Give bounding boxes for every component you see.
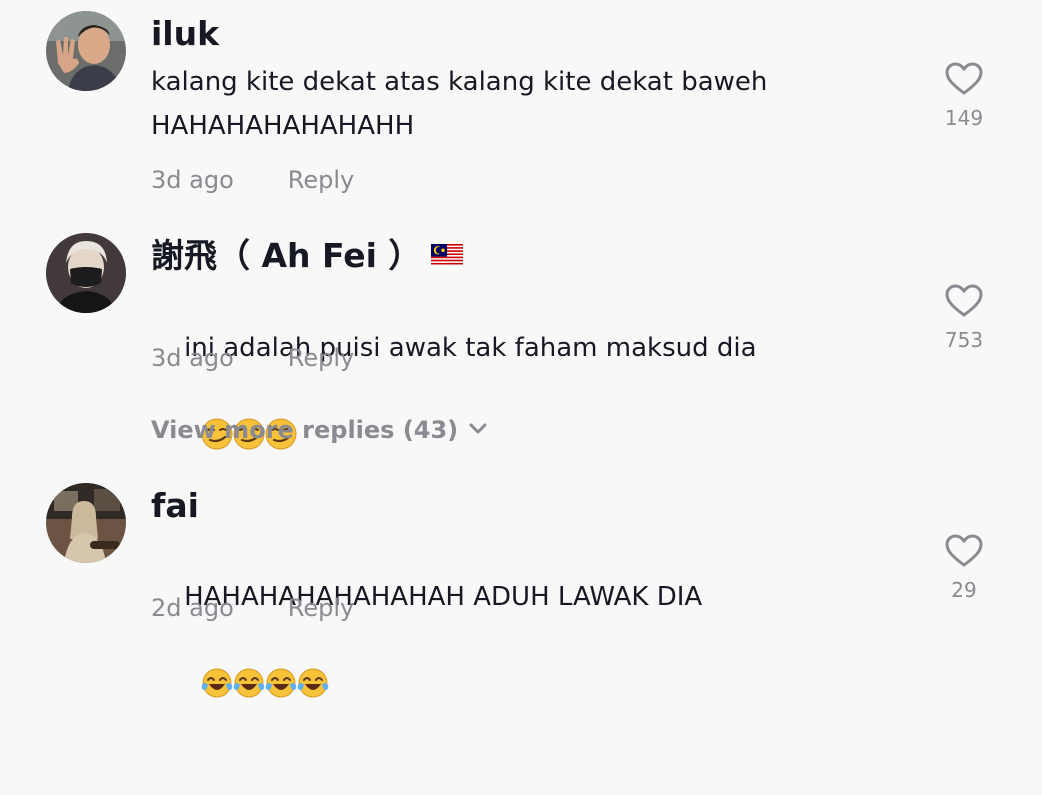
malaysia-flag-icon [431,243,464,266]
like-count: 29 [951,578,977,602]
view-more-replies-label: View more replies (43) [151,416,459,444]
comment-timestamp: 3d ago [151,344,234,372]
like-count: 149 [944,106,984,130]
comment-meta: 2d ago Reply [151,593,354,623]
comment-text: HAHAHAHAHAHAHAH ADUH LAWAK DIA [151,531,911,795]
tears-of-joy-emoji [201,668,232,697]
tears-of-joy-emoji [233,668,264,697]
comment-timestamp: 3d ago [151,166,234,194]
comment-username[interactable]: 謝飛（ Ah Fei ） [151,236,464,276]
emoji-row [151,668,329,744]
comment-username[interactable]: fai [151,486,199,526]
avatar[interactable] [46,483,126,563]
reply-button[interactable]: Reply [288,166,354,194]
heart-icon[interactable] [945,534,983,568]
comment-meta: 3d ago Reply [151,343,354,373]
like-control: 29 [924,534,1004,602]
reply-button[interactable]: Reply [288,344,354,372]
comment-text: kalang kite dekat atas kalang kite dekat… [151,67,776,141]
heart-icon[interactable] [945,284,983,318]
avatar[interactable] [46,233,126,313]
comment-username-text: 謝飛（ Ah Fei ） [151,236,422,275]
comment-meta: 3d ago Reply [151,165,354,195]
reply-button[interactable]: Reply [288,594,354,622]
comment-username[interactable]: iluk [151,14,219,54]
chevron-down-icon [469,423,487,434]
tears-of-joy-emoji [297,668,328,697]
tears-of-joy-emoji [265,668,296,697]
heart-icon[interactable] [945,62,983,96]
like-control: 753 [924,284,1004,352]
comment-timestamp: 2d ago [151,594,234,622]
like-count: 753 [944,328,984,352]
avatar[interactable] [46,11,126,91]
like-control: 149 [924,62,1004,130]
view-more-replies-button[interactable]: View more replies (43) [151,414,488,446]
